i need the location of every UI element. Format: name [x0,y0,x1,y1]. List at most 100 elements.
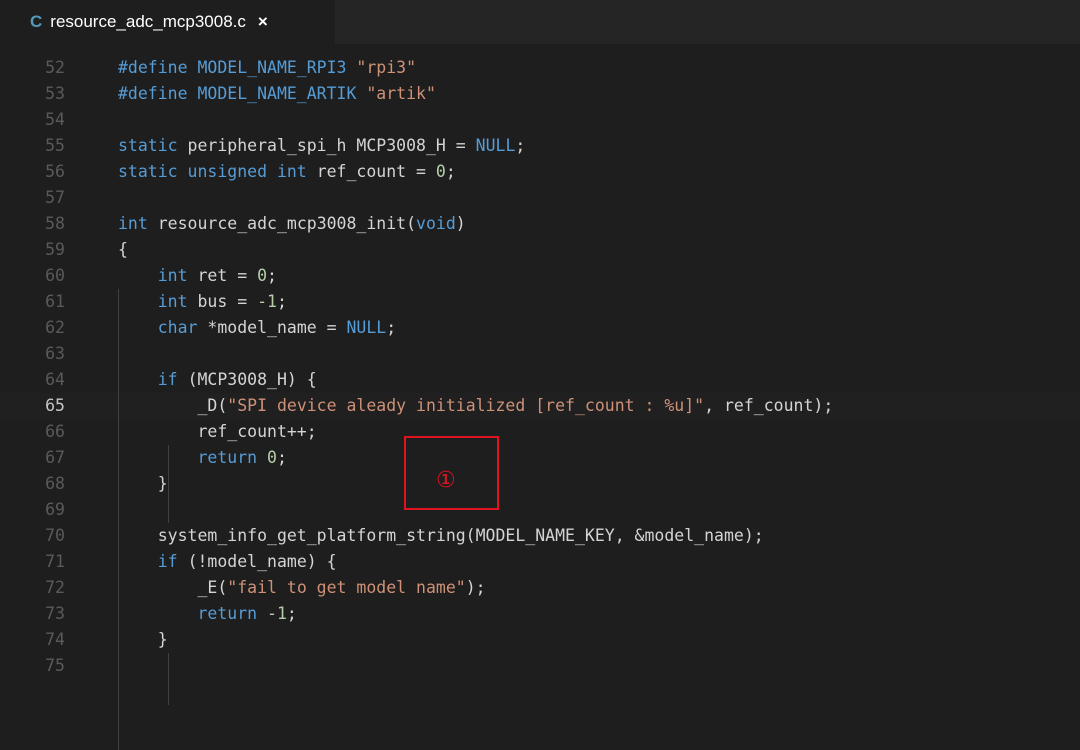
code-token: -1 [257,292,277,311]
code-token: #define MODEL_NAME_ARTIK [118,84,367,103]
code-token: ) [455,214,466,233]
code-line[interactable]: 64 if (MCP3008_H) { [0,367,1080,393]
line-number: 60 [45,266,65,285]
line-number: 53 [45,84,65,103]
code-token: peripheral_spi_h MCP3008_H = [187,136,476,155]
code-line[interactable]: 68 } [0,471,1080,497]
code-token: ; [286,604,297,623]
code-text: ref_count++; [118,419,316,445]
code-token: "artik" [366,84,436,103]
code-token: ; [276,448,287,467]
line-number: 65 [45,396,65,415]
code-line[interactable]: 54 [0,107,1080,133]
code-token: _E( [118,578,228,597]
tab-resource-adc-mcp3008[interactable]: C resource_adc_mcp3008.c × [0,0,335,44]
code-text: int resource_adc_mcp3008_init(void) [118,211,466,237]
code-token: 0 [435,162,446,181]
code-token: 0 [257,266,268,285]
code-token: char [157,318,208,337]
code-token: "fail to get model name" [227,578,466,597]
line-number: 62 [45,318,65,337]
code-token: static unsigned int [118,162,317,181]
code-text: _D("SPI device aleady initialized [ref_c… [118,393,833,419]
code-line[interactable]: 60 int ret = 0; [0,263,1080,289]
code-token: (MCP3008_H) { [187,370,317,389]
code-token: , ref_count); [704,396,834,415]
code-token: static [118,136,188,155]
line-number: 64 [45,370,65,389]
code-token: int [157,266,198,285]
code-line[interactable]: 67 return 0; [0,445,1080,471]
code-token: return [197,604,268,623]
code-line[interactable]: 72 _E("fail to get model name"); [0,575,1080,601]
code-token: *model_name = [207,318,347,337]
code-token: ; [386,318,397,337]
code-token: NULL [475,136,516,155]
code-text: if (MCP3008_H) { [118,367,317,393]
code-text: static unsigned int ref_count = 0; [118,159,456,185]
code-token: system_info_get_platform_string(MODEL_NA… [118,526,764,545]
code-line[interactable]: 58 int resource_adc_mcp3008_init(void) [0,211,1080,237]
code-token: int [118,214,158,233]
code-token: _D( [118,396,228,415]
annotation-marker: ① [436,468,456,493]
code-token: ; [515,136,526,155]
c-file-icon: C [30,12,43,31]
code-text: static peripheral_spi_h MCP3008_H = NULL… [118,133,525,159]
code-line[interactable]: 53 #define MODEL_NAME_ARTIK "artik" [0,81,1080,107]
code-token: "rpi3" [356,58,417,77]
indent-guide [168,445,169,523]
code-token: ; [445,162,456,181]
code-line[interactable]: 55 static peripheral_spi_h MCP3008_H = NU… [0,133,1080,159]
code-line[interactable]: 73 return -1; [0,601,1080,627]
close-icon[interactable]: × [258,12,268,32]
tab-filename: resource_adc_mcp3008.c [50,12,246,31]
code-token: int [157,292,198,311]
code-text: return -1; [118,601,297,627]
line-number: 73 [45,604,65,623]
code-token: -1 [267,604,287,623]
line-number: 71 [45,552,65,571]
code-token: if [157,552,188,571]
code-text: char *model_name = NULL; [118,315,396,341]
code-token: NULL [346,318,387,337]
code-line[interactable]: 57 [0,185,1080,211]
code-line[interactable]: 59 { [0,237,1080,263]
line-number: 70 [45,526,65,545]
line-number: 68 [45,474,65,493]
code-line[interactable]: 65 _D("SPI device aleady initialized [re… [0,393,1080,419]
code-editor[interactable]: 52 #define MODEL_NAME_RPI3 "rpi3" 53 #defin… [0,55,1080,750]
code-text: return 0; [118,445,287,471]
code-token: resource_adc_mcp3008_init( [157,214,417,233]
code-token: 0 [267,448,277,467]
code-line[interactable]: 71 if (!model_name) { [0,549,1080,575]
code-line[interactable]: 62 char *model_name = NULL; [0,315,1080,341]
code-token: } [118,474,168,493]
code-text: #define MODEL_NAME_RPI3 "rpi3" [118,55,416,81]
code-text: } [118,471,168,497]
line-number: 61 [45,292,65,311]
code-line[interactable]: 66 ref_count++; [0,419,1080,445]
line-number: 54 [45,110,65,129]
code-token: ; [267,266,277,285]
code-line[interactable]: 75 [0,653,1080,679]
code-line[interactable]: 63 [0,341,1080,367]
code-line[interactable]: 52 #define MODEL_NAME_RPI3 "rpi3" [0,55,1080,81]
line-number: 67 [45,448,65,467]
code-token: "SPI device aleady initialized [ref_coun… [227,396,705,415]
code-text: int bus = -1; [118,289,287,315]
code-line[interactable]: 74 } [0,627,1080,653]
code-text: } [118,627,168,653]
line-number: 58 [45,214,65,233]
code-line[interactable]: 61 int bus = -1; [0,289,1080,315]
code-line[interactable]: 56 static unsigned int ref_count = 0; [0,159,1080,185]
line-number: 66 [45,422,65,441]
code-line[interactable]: 69 [0,497,1080,523]
code-line[interactable]: 70 system_info_get_platform_string(MODEL… [0,523,1080,549]
